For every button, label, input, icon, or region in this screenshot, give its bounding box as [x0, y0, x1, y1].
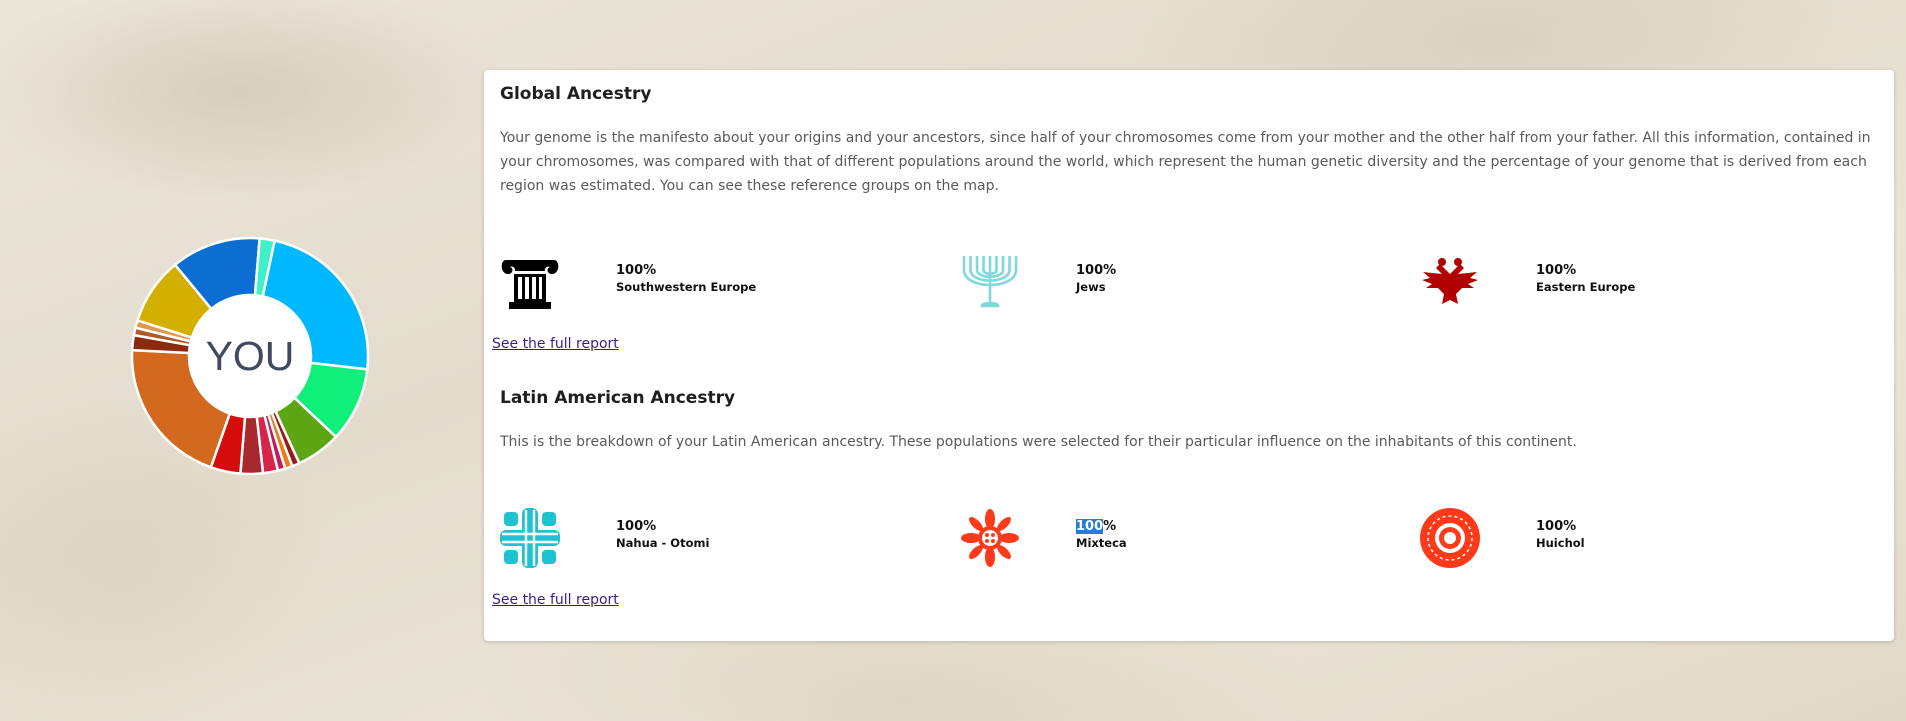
global-ancestry-description: Your genome is the manifesto about your … — [500, 130, 1871, 194]
menorah-icon — [962, 256, 1018, 308]
population-name: Huichol — [1536, 536, 1585, 550]
population-eastern-europe: 100% Eastern Europe — [1420, 252, 1840, 312]
population-nahua-otomi: 100% Nahua - Otomi — [500, 508, 920, 568]
population-percent: 100% — [1536, 519, 1577, 534]
population-mixteca: 100% Mixteca — [960, 508, 1380, 568]
global-full-report-link[interactable]: See the full report — [492, 336, 619, 352]
population-name: Eastern Europe — [1536, 280, 1636, 294]
population-percent: 100% — [616, 519, 657, 534]
population-southwestern-europe: 100% Southwestern Europe — [500, 252, 920, 312]
latin-full-report-link[interactable]: See the full report — [492, 592, 619, 608]
population-percent: 100% — [1536, 263, 1577, 278]
latin-ancestry-description: This is the breakdown of your Latin Amer… — [500, 434, 1577, 450]
ancestry-donut-chart: YOU — [130, 236, 370, 476]
population-name: Southwestern Europe — [616, 280, 757, 294]
donut-hole — [189, 295, 311, 417]
ionic-column-icon — [501, 260, 559, 309]
population-name: Jews — [1076, 280, 1106, 294]
latin-ancestry-title: Latin American Ancestry — [500, 388, 736, 408]
ancestry-card: Global Ancestry Your genome is the manif… — [484, 70, 1894, 641]
population-percent: 100% — [1076, 263, 1117, 278]
selected-percent-text: 100 — [1076, 519, 1104, 534]
population-percent: 100% — [616, 263, 657, 278]
donut-svg — [130, 236, 370, 476]
population-name: Nahua - Otomi — [616, 536, 710, 550]
population-percent: 100% — [1076, 519, 1116, 534]
global-ancestry-title: Global Ancestry — [500, 84, 652, 104]
double-headed-eagle-icon — [1422, 258, 1478, 304]
flower-icon — [961, 509, 1019, 567]
population-huichol: 100% Huichol — [1420, 508, 1840, 568]
target-icon — [1420, 508, 1480, 568]
population-jews: 100% Jews — [960, 252, 1380, 312]
cross-icon — [500, 508, 560, 568]
population-name: Mixteca — [1076, 536, 1127, 550]
percent-sign: % — [1103, 519, 1117, 534]
